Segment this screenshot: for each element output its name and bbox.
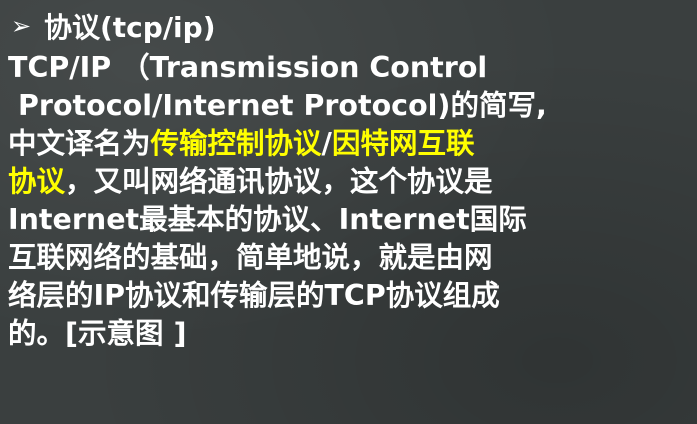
body-line-8: 的。[示意图 ] <box>8 317 187 350</box>
body-line-1: TCP/IP （Transmission Control <box>8 51 488 84</box>
body-text-segment: ，又叫网络通讯协议，这个协议是 <box>65 165 493 198</box>
highlight-ip-term: 因特网互联 <box>331 127 475 160</box>
highlight-tcp-term: 传输控制协议 <box>150 127 322 160</box>
highlight-ip-term-end: 协议 <box>8 165 66 198</box>
body-line-5: Internet最基本的协议、Internet国际 <box>8 203 527 236</box>
body-line-6: 互联网络的基础，简单地说，就是由网 <box>8 241 493 274</box>
slash-separator: / <box>321 127 332 160</box>
heading-text: 协议(tcp/ip) <box>44 11 216 44</box>
body-line-2: Protocol/Internet Protocol)的简写, <box>18 89 547 122</box>
body-text-segment: 中文译名为 <box>8 127 151 160</box>
arrow-bullet-icon: ➢ <box>10 12 32 40</box>
body-line-4: 协议，又叫网络通讯协议，这个协议是 <box>8 163 692 201</box>
body-paragraph: TCP/IP （Transmission Control Protocol/In… <box>8 49 692 353</box>
slide-heading: ➢ 协议(tcp/ip) <box>10 4 216 48</box>
slide: ➢ 协议(tcp/ip) TCP/IP （Transmission Contro… <box>0 0 697 424</box>
body-line-3: 中文译名为传输控制协议/因特网互联 <box>8 125 692 163</box>
body-line-7: 络层的IP协议和传输层的TCP协议组成 <box>8 279 500 312</box>
